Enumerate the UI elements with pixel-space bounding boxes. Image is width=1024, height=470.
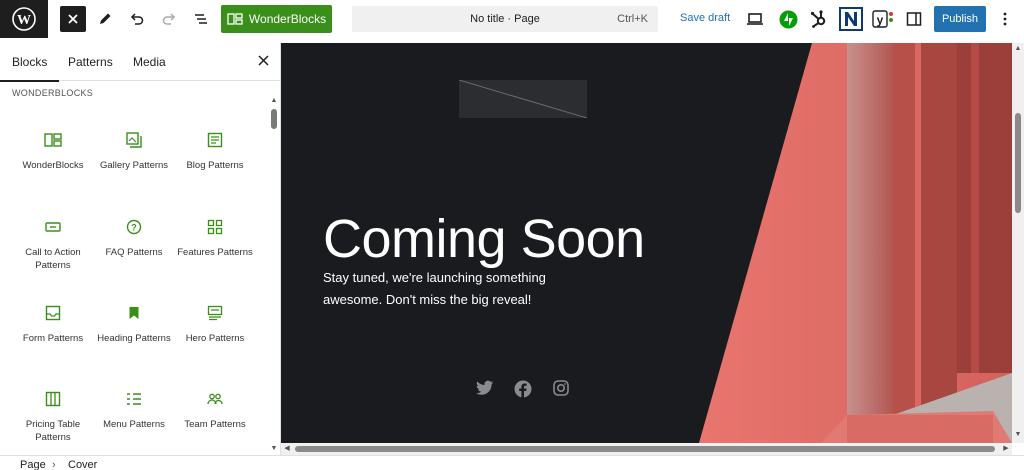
block-item-blog-patterns[interactable]: Blog Patterns: [172, 129, 258, 172]
blog-icon: [172, 129, 258, 151]
form-icon: [10, 302, 96, 324]
breadcrumb: Page › Cover: [0, 455, 1024, 470]
block-item-pricing-table-patterns[interactable]: Pricing Table Patterns: [10, 388, 96, 444]
block-item-label: FAQ Patterns: [105, 247, 163, 258]
canvas-vertical-scroll-thumb[interactable]: [1015, 113, 1021, 213]
block-item-hero-patterns[interactable]: Hero Patterns: [172, 302, 258, 345]
canvas-horizontal-scrollbar[interactable]: ◀ ▶: [281, 443, 1012, 455]
block-item-menu-patterns[interactable]: Menu Patterns: [91, 388, 177, 431]
site-logo-placeholder[interactable]: [458, 79, 588, 119]
bookmark-icon: [91, 302, 177, 324]
block-item-form-patterns[interactable]: Form Patterns: [10, 302, 96, 345]
jetpack-icon[interactable]: [778, 9, 798, 29]
category-heading: WONDERBLOCKS: [12, 88, 94, 98]
block-item-label: Team Patterns: [184, 419, 246, 430]
options-menu-icon[interactable]: [996, 10, 1014, 28]
faq-icon: ?: [91, 216, 177, 238]
block-item-wonderblocks[interactable]: WonderBlocks: [10, 129, 96, 172]
call-to-action-icon: [10, 216, 96, 238]
settings-sidebar-icon[interactable]: [905, 10, 923, 28]
hubspot-icon[interactable]: [808, 8, 830, 30]
document-title: No title · Page: [470, 13, 540, 25]
preview-desktop-icon[interactable]: [745, 10, 765, 28]
block-item-call-to-action-patterns[interactable]: Call to Action Patterns: [10, 216, 96, 272]
breadcrumb-item-page[interactable]: Page: [20, 459, 46, 470]
svg-text:y: y: [877, 13, 884, 27]
menu-icon: [91, 388, 177, 410]
block-item-gallery-patterns[interactable]: Gallery Patterns: [91, 129, 177, 172]
block-item-label: Blog Patterns: [186, 160, 244, 171]
cover-paragraph[interactable]: Stay tuned, we're launching something aw…: [323, 267, 573, 311]
wonderblocks-icon: [10, 129, 96, 151]
block-item-label: Heading Patterns: [97, 333, 171, 344]
gallery-icon: [91, 129, 177, 151]
block-item-label: Pricing Table Patterns: [25, 419, 81, 443]
command-palette-bar[interactable]: No title · Page Ctrl+K: [352, 6, 658, 32]
tab-blocks[interactable]: Blocks: [0, 55, 60, 82]
editor-canvas[interactable]: Coming Soon Stay tuned, we're launching …: [281, 43, 1012, 443]
sidebar-scroll-thumb[interactable]: [271, 109, 277, 129]
inserter-tabs: Blocks Patterns Media: [0, 43, 280, 82]
breadcrumb-separator-icon: ›: [52, 459, 56, 470]
canvas-vertical-scrollbar[interactable]: ▲ ▼: [1012, 43, 1024, 443]
wonderblocks-icon: [227, 13, 243, 25]
n-plugin-icon[interactable]: [839, 7, 863, 31]
svg-text:?: ?: [131, 223, 137, 233]
block-inserter-panel: Blocks Patterns Media WONDERBLOCKS ▲ ▼ W…: [0, 43, 281, 455]
block-item-label: Features Patterns: [177, 247, 253, 258]
breadcrumb-item-cover[interactable]: Cover: [68, 459, 97, 470]
document-overview-icon[interactable]: [192, 10, 210, 28]
sidebar-scrollbar[interactable]: ▲ ▼: [270, 97, 278, 455]
close-inserter-icon[interactable]: [258, 53, 269, 71]
block-item-label: Form Patterns: [22, 333, 84, 344]
save-draft-button[interactable]: Save draft: [680, 12, 730, 24]
yoast-seo-icon[interactable]: y: [872, 8, 894, 30]
undo-icon[interactable]: [128, 10, 146, 28]
pencil-icon[interactable]: [96, 10, 114, 28]
tab-patterns[interactable]: Patterns: [68, 55, 113, 69]
block-item-team-patterns[interactable]: Team Patterns: [172, 388, 258, 431]
top-toolbar: W WonderBlocks No title · Page Ctrl+K Sa…: [0, 0, 1024, 38]
redo-icon[interactable]: [160, 10, 178, 28]
svg-text:W: W: [17, 13, 31, 28]
facebook-icon[interactable]: [514, 380, 532, 398]
block-item-heading-patterns[interactable]: Heading Patterns: [91, 302, 177, 345]
block-item-features-patterns[interactable]: Features Patterns: [172, 216, 258, 259]
block-item-label: WonderBlocks: [22, 160, 84, 171]
command-shortcut: Ctrl+K: [617, 13, 648, 25]
pricing-table-icon: [10, 388, 96, 410]
block-item-faq-patterns[interactable]: ? FAQ Patterns: [91, 216, 177, 259]
features-icon: [172, 216, 258, 238]
cover-heading[interactable]: Coming Soon: [323, 208, 645, 270]
wordpress-logo-icon[interactable]: W: [0, 0, 48, 38]
close-icon[interactable]: [60, 6, 86, 32]
block-item-label: Hero Patterns: [185, 333, 245, 344]
twitter-icon[interactable]: [476, 380, 494, 398]
wonderblocks-button[interactable]: WonderBlocks: [221, 5, 332, 33]
block-item-label: Gallery Patterns: [99, 160, 169, 171]
hero-icon: [172, 302, 258, 324]
instagram-icon[interactable]: [553, 380, 571, 398]
team-icon: [172, 388, 258, 410]
editor-app: W WonderBlocks No title · Page Ctrl+K Sa…: [0, 0, 1024, 470]
tab-media[interactable]: Media: [133, 55, 166, 69]
canvas-horizontal-scroll-thumb[interactable]: [295, 446, 995, 452]
wonderblocks-label: WonderBlocks: [248, 12, 327, 26]
block-item-label: Call to Action Patterns: [25, 247, 81, 271]
block-item-label: Menu Patterns: [103, 419, 165, 430]
publish-button[interactable]: Publish: [934, 6, 986, 32]
